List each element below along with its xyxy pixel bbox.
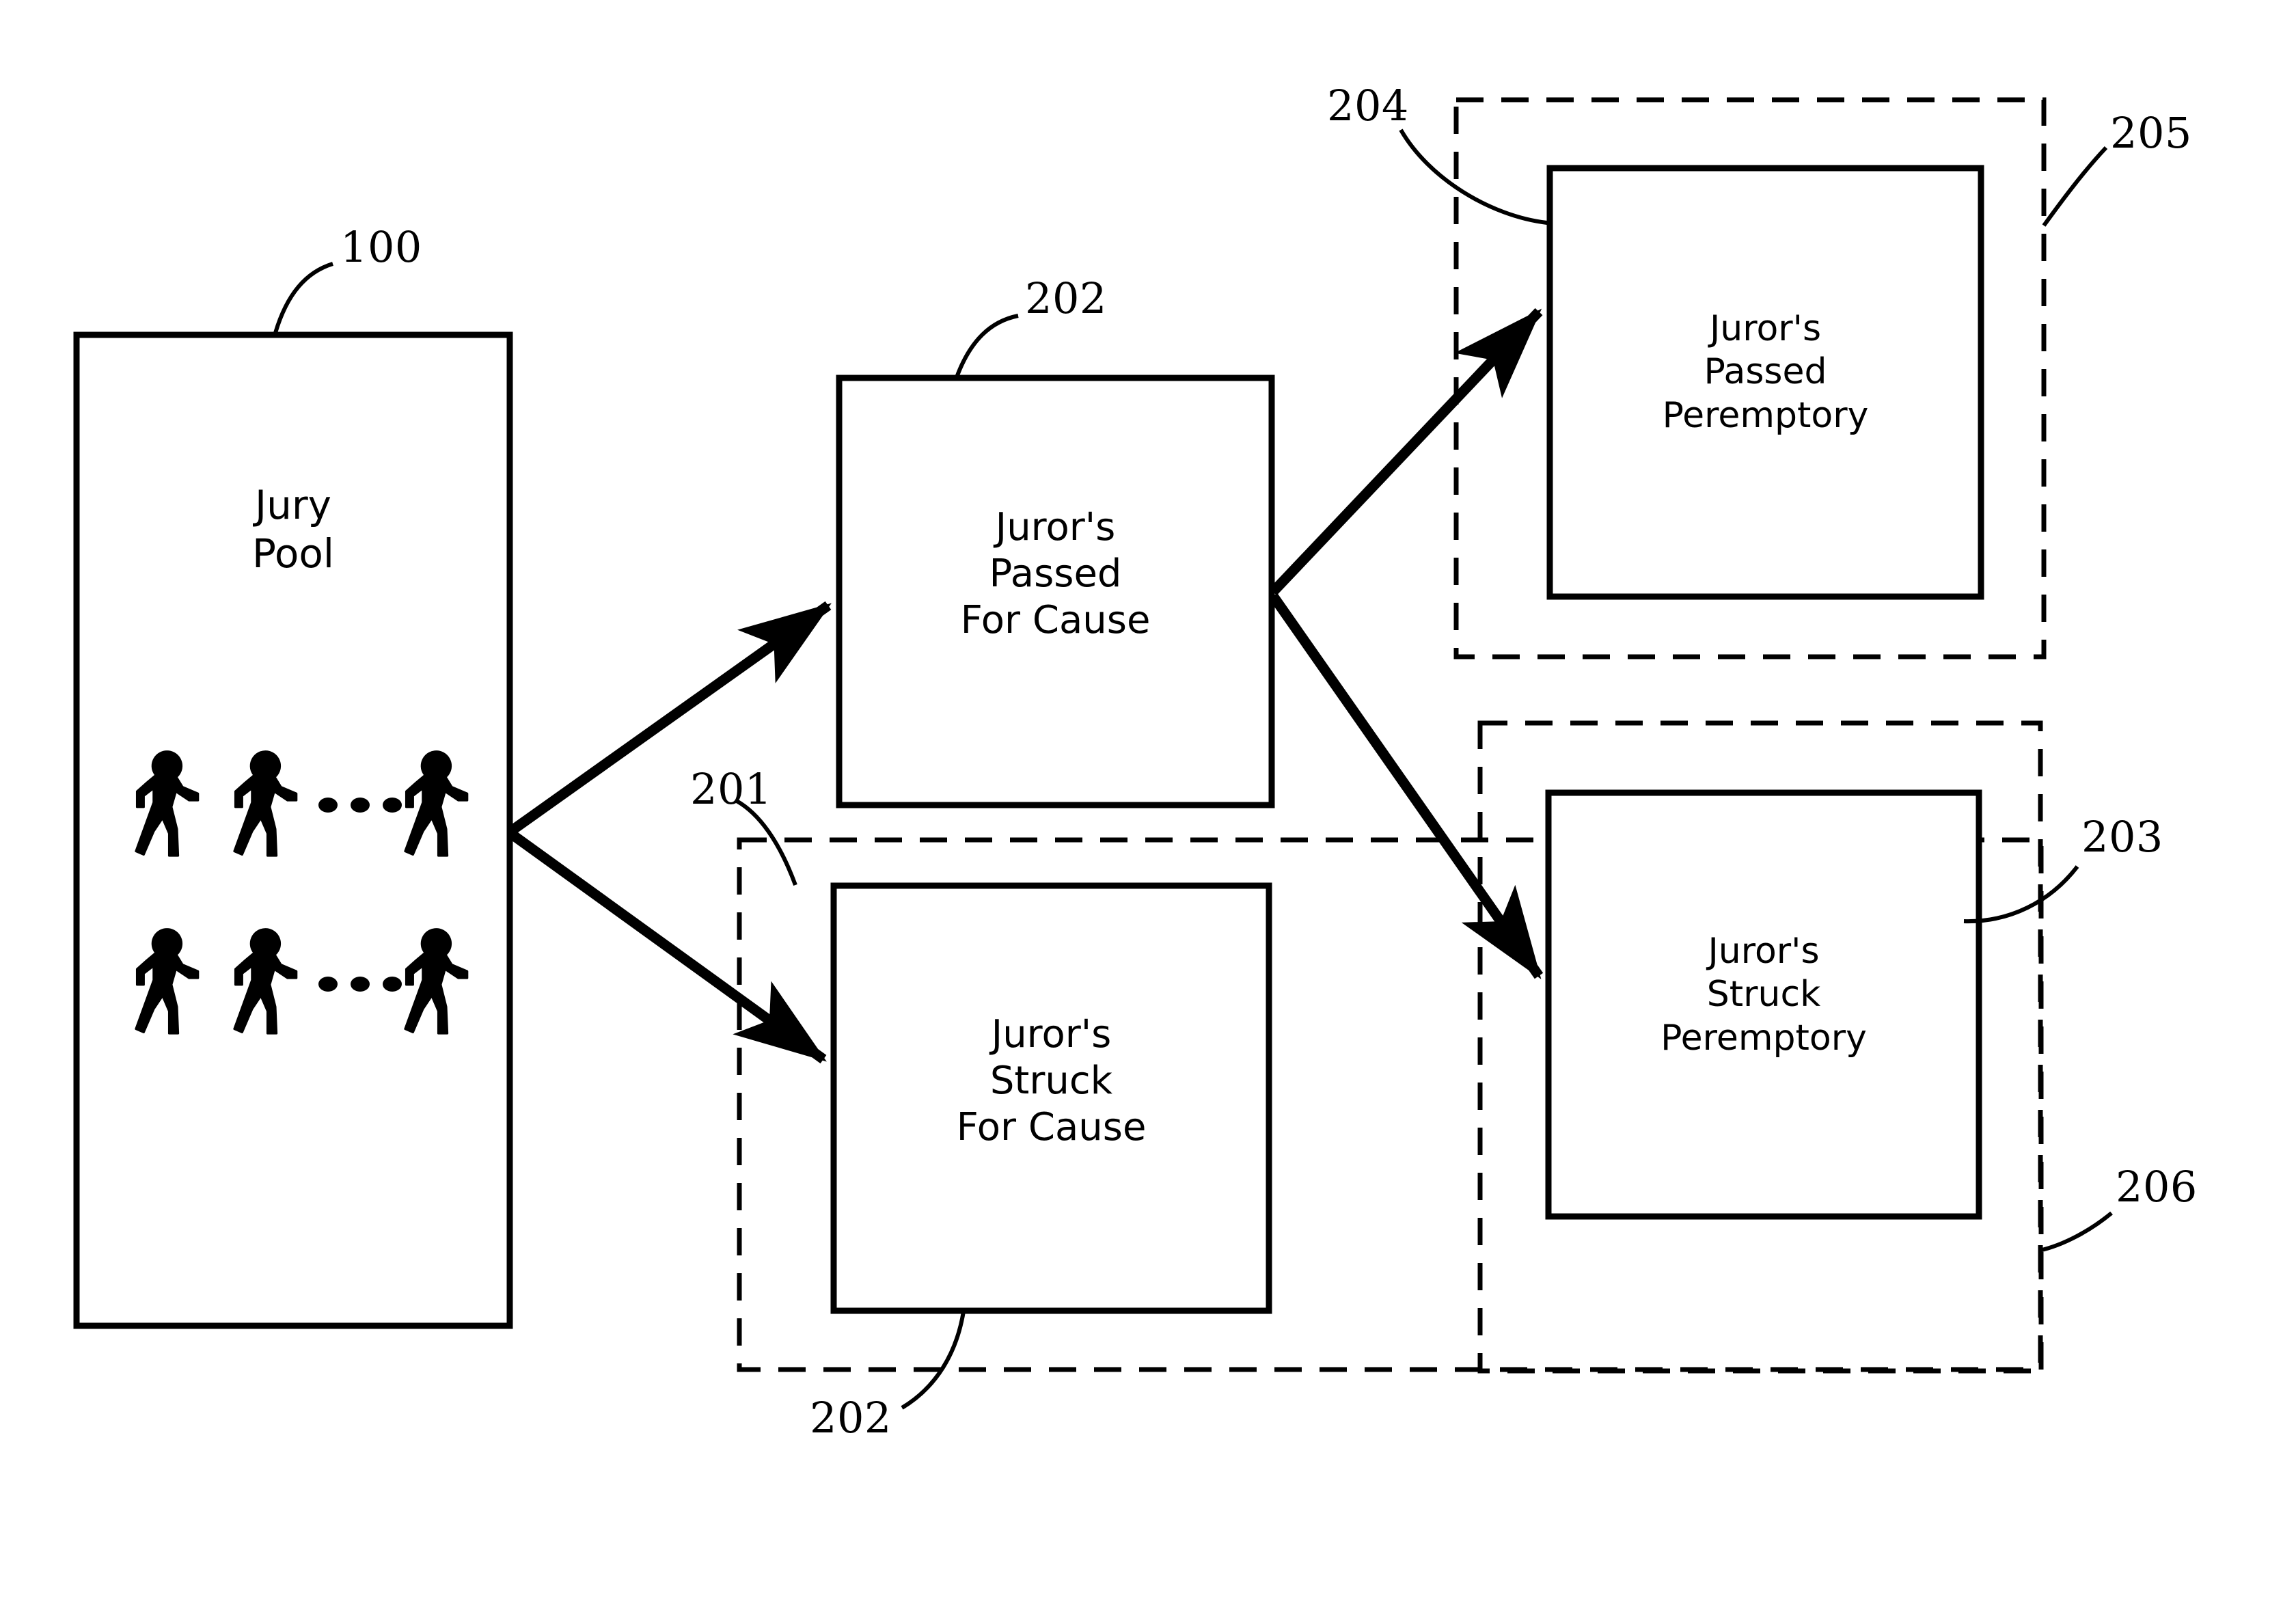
reference-numeral-205: 205 bbox=[2110, 108, 2192, 158]
leader-205 bbox=[2042, 146, 2108, 227]
leader-100 bbox=[273, 262, 333, 334]
reference-numeral-202-top: 202 bbox=[1025, 273, 1107, 323]
arrow-pool-to-passed-for-cause bbox=[508, 601, 832, 836]
leader-202-top bbox=[955, 314, 1019, 379]
reference-numeral-203: 203 bbox=[2081, 812, 2163, 862]
ellipsis-dots-row-1 bbox=[318, 798, 402, 813]
passed-peremptory-box bbox=[1546, 165, 1984, 600]
struck-peremptory-box bbox=[1545, 789, 1982, 1220]
reference-numeral-100: 100 bbox=[340, 222, 422, 272]
leader-202-bottom bbox=[901, 1311, 966, 1410]
reference-numeral-201: 201 bbox=[690, 764, 772, 814]
passed-for-cause-box bbox=[836, 375, 1275, 808]
figure-canvas: Jury Pool Juror's Passed For Cause Juror… bbox=[0, 0, 2296, 1606]
reference-numeral-204: 204 bbox=[1327, 81, 1409, 131]
arrow-pool-to-struck-for-cause bbox=[508, 829, 827, 1064]
struck-for-cause-box bbox=[830, 882, 1272, 1314]
leader-206 bbox=[2038, 1211, 2113, 1253]
arrow-passed-to-struck-peremptory bbox=[1268, 593, 1544, 979]
leader-204 bbox=[1399, 128, 1548, 225]
arrow-passed-to-passed-peremptory bbox=[1269, 308, 1543, 596]
reference-numeral-206: 206 bbox=[2116, 1162, 2198, 1212]
ellipsis-dots-row-2 bbox=[318, 977, 402, 992]
reference-numeral-202-bottom: 202 bbox=[810, 1393, 892, 1443]
